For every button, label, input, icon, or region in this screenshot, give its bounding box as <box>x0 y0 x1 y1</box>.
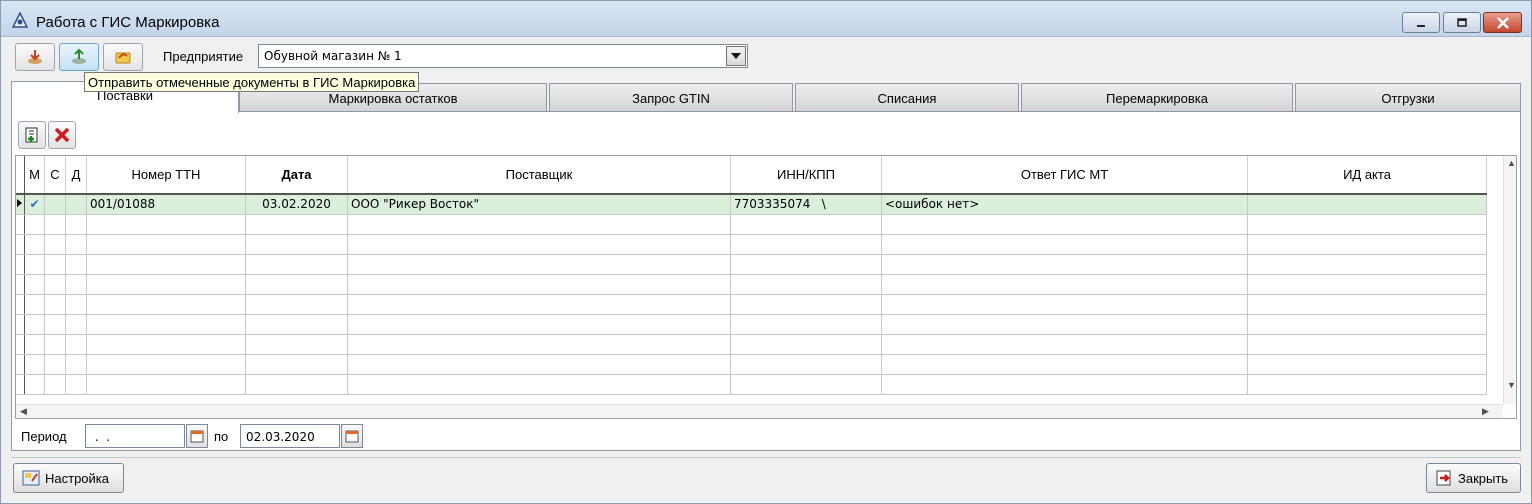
send-tooltip: Отправить отмеченные документы в ГИС Мар… <box>84 72 420 92</box>
folder-arrow-icon <box>115 52 131 64</box>
window-close-button[interactable] <box>1483 12 1522 33</box>
period-from-input[interactable]: . . <box>85 424 185 448</box>
app-icon <box>11 12 29 28</box>
period-to-calendar-button[interactable] <box>341 424 363 448</box>
documents-grid[interactable]: М С Д Номер ТТН Дата Поставщик ИНН/КПП О… <box>15 155 1517 419</box>
delete-document-button[interactable] <box>48 121 76 149</box>
period-label: Период <box>21 429 67 444</box>
tab-label: Перемаркировка <box>1106 91 1208 106</box>
scroll-left-icon[interactable]: ◀ <box>20 406 27 417</box>
cell-answer[interactable]: <ошибок нет> <box>881 194 1248 215</box>
col-header-ttn[interactable]: Номер ТТН <box>86 156 246 195</box>
delete-icon <box>54 127 70 143</box>
download-icon <box>28 50 42 64</box>
enterprise-dropdown-button[interactable] <box>726 46 746 66</box>
minimize-icon <box>1417 24 1425 27</box>
scroll-down-icon[interactable]: ▼ <box>1507 380 1516 390</box>
empty-row <box>16 234 1487 255</box>
close-label: Закрыть <box>1458 470 1509 486</box>
empty-row <box>16 354 1487 375</box>
scroll-up-icon[interactable]: ▲ <box>1507 158 1516 168</box>
settings-icon <box>22 470 40 486</box>
calendar-icon <box>345 430 359 443</box>
cell-d[interactable] <box>65 194 87 215</box>
add-document-button[interactable] <box>18 121 46 149</box>
cell-ttn[interactable]: 001/01088 <box>86 194 246 215</box>
period-from-calendar-button[interactable] <box>186 424 208 448</box>
minimize-button[interactable] <box>1402 12 1440 33</box>
row-indicator <box>16 194 25 215</box>
title-bar: Работа с ГИС Маркировка <box>1 1 1531 37</box>
tab-label: Маркировка остатков <box>328 91 458 106</box>
col-header-supplier[interactable]: Поставщик <box>347 156 731 195</box>
empty-row <box>16 294 1487 315</box>
col-header-inn[interactable]: ИНН/КПП <box>730 156 882 195</box>
period-to-input[interactable]: 02.03.2020 <box>240 424 340 448</box>
tab-otgruzki[interactable]: Отгрузки <box>1295 83 1521 111</box>
col-header-d[interactable]: Д <box>65 156 87 195</box>
table-row[interactable]: ✔ 001/01088 03.02.2020 ООО "Рикер Восток… <box>16 194 1487 215</box>
tab-label: Списания <box>877 91 937 106</box>
tab-page-postavki: М С Д Номер ТТН Дата Поставщик ИНН/КПП О… <box>11 111 1521 451</box>
chevron-down-icon <box>731 53 741 59</box>
documents-table: М С Д Номер ТТН Дата Поставщик ИНН/КПП О… <box>16 156 1487 395</box>
tab-peremarkirovka[interactable]: Перемаркировка <box>1021 83 1293 111</box>
empty-row <box>16 274 1487 295</box>
add-document-icon <box>25 127 38 143</box>
close-icon <box>1496 16 1509 29</box>
settings-button[interactable]: Настройка <box>13 463 124 493</box>
close-button[interactable]: Закрыть <box>1426 463 1521 493</box>
load-documents-button[interactable] <box>15 43 55 71</box>
exit-icon <box>1436 470 1451 486</box>
footer-divider <box>11 457 1521 458</box>
grid-header-row: М С Д Номер ТТН Дата Поставщик ИНН/КПП О… <box>16 156 1487 195</box>
cell-inn[interactable]: 7703335074 \ <box>730 194 882 215</box>
col-header-act-id[interactable]: ИД акта <box>1247 156 1487 195</box>
cell-supplier[interactable]: ООО "Рикер Восток" <box>347 194 731 215</box>
cell-m[interactable]: ✔ <box>24 194 45 215</box>
scroll-right-icon[interactable]: ▶ <box>1482 406 1489 417</box>
cell-c[interactable] <box>44 194 66 215</box>
tab-spisaniya[interactable]: Списания <box>795 83 1019 111</box>
send-documents-button[interactable] <box>59 43 99 71</box>
empty-row <box>16 254 1487 275</box>
period-to-label: по <box>214 429 229 444</box>
row-indicator-header <box>16 156 25 195</box>
settings-label: Настройка <box>45 470 109 486</box>
calendar-icon <box>190 430 204 443</box>
empty-row <box>16 214 1487 235</box>
upload-icon <box>72 48 86 64</box>
main-window: Работа с ГИС Маркировка Предприятие Обув… <box>0 0 1532 504</box>
col-header-m[interactable]: М <box>24 156 45 195</box>
empty-row <box>16 314 1487 335</box>
enterprise-label: Предприятие <box>163 49 244 64</box>
current-row-arrow-icon <box>17 199 22 208</box>
maximize-icon <box>1457 17 1467 27</box>
tab-zapros-gtin[interactable]: Запрос GTIN <box>549 83 793 111</box>
col-header-c[interactable]: С <box>44 156 66 195</box>
empty-row <box>16 334 1487 355</box>
period-from-value: . . <box>91 430 111 444</box>
tab-label: Запрос GTIN <box>632 91 710 106</box>
vertical-scrollbar[interactable]: ▲ ▼ <box>1503 156 1516 404</box>
col-header-date[interactable]: Дата <box>245 156 348 195</box>
cell-date[interactable]: 03.02.2020 <box>245 194 348 215</box>
tab-label: Отгрузки <box>1381 91 1435 106</box>
col-header-answer[interactable]: Ответ ГИС МТ <box>881 156 1248 195</box>
cell-act-id[interactable] <box>1247 194 1487 215</box>
horizontal-scrollbar[interactable]: ◀ ▶ <box>16 404 1503 418</box>
period-to-value: 02.03.2020 <box>246 430 315 444</box>
enterprise-select[interactable]: Обувной магазин № 1 <box>258 44 748 68</box>
window-title: Работа с ГИС Маркировка <box>36 14 220 31</box>
refresh-status-button[interactable] <box>103 43 143 71</box>
empty-row <box>16 374 1487 395</box>
enterprise-value: Обувной магазин № 1 <box>264 49 402 63</box>
maximize-button[interactable] <box>1443 12 1481 33</box>
